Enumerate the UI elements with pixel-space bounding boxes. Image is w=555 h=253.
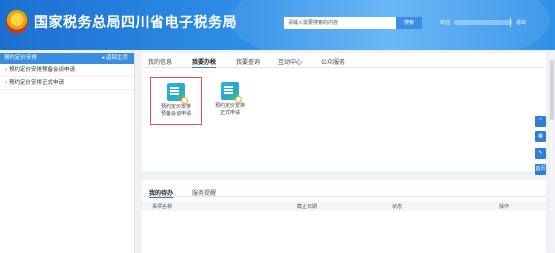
welcome-label: 欢迎, xyxy=(440,20,452,26)
divider xyxy=(510,18,511,27)
tile-label-line1: 预约定价安排 xyxy=(214,103,245,109)
username-redacted xyxy=(453,20,512,25)
sidebar-title: 预约定价安排 xyxy=(4,55,38,61)
home-button[interactable]: 首页 xyxy=(535,164,546,175)
user-welcome: 欢迎, xyxy=(440,19,512,26)
back-home-link[interactable]: ◂ 返回主页 xyxy=(101,53,128,64)
tile-label-line1: 预约定价安排 xyxy=(160,104,191,110)
tab-service-reminder[interactable]: 服务提醒 xyxy=(192,188,216,197)
tab-my-info[interactable]: 我的信息 xyxy=(148,57,172,66)
column-item-name: 事项名称 xyxy=(152,204,173,210)
sidebar-item-formal-application[interactable]: › 预约定价安排正式申请 xyxy=(0,77,134,90)
document-search-icon xyxy=(221,82,242,103)
tab-my-todo[interactable]: 我的待办 xyxy=(149,188,174,198)
page-title: 国家税务总局四川省电子税务局 xyxy=(34,15,237,31)
sidebar: 预约定价安排 ◂ 返回主页 › 预约定价安排预备会谈申请 › 预约定价安排正式申… xyxy=(0,53,135,253)
column-action: 操作 xyxy=(499,204,510,210)
edit-icon[interactable]: ✎ xyxy=(535,148,546,159)
tab-public-service[interactable]: 公众服务 xyxy=(321,57,345,66)
sidebar-header: 预约定价安排 ◂ 返回主页 xyxy=(0,53,134,64)
document-search-icon xyxy=(167,83,188,104)
tab-tax-service[interactable]: 我要办税 xyxy=(192,57,217,68)
tab-interaction[interactable]: 互动中心 xyxy=(278,57,302,66)
service-panel: 我的信息 我要办税 我要查询 互动中心 公众服务 预约定价安排 预备会谈申请 预… xyxy=(142,53,546,171)
table-header: 事项名称 截止日期 状态 操作 xyxy=(142,201,546,211)
tile-formal-application[interactable]: 预约定价安排 正式申请 xyxy=(204,77,256,125)
grid-icon[interactable]: ▦ xyxy=(535,131,546,142)
column-status: 状态 xyxy=(392,204,403,210)
scroll-top-button[interactable]: ^ xyxy=(535,116,546,127)
column-deadline: 截止日期 xyxy=(297,204,318,210)
tile-pre-meeting-application[interactable]: 预约定价安排 预备会谈申请 xyxy=(150,77,202,125)
todo-tabs: 我的待办 服务提醒 xyxy=(142,180,546,198)
search-button[interactable]: 搜索 xyxy=(396,17,422,29)
header-bar: 国家税务总局四川省电子税务局 请输入需要搜索的内容 搜索 欢迎, 退出 xyxy=(0,0,555,50)
page-scrollbar[interactable] xyxy=(550,50,554,250)
tax-emblem-icon xyxy=(6,10,28,34)
todo-panel: 我的待办 服务提醒 事项名称 截止日期 状态 操作 xyxy=(142,180,546,253)
scrollbar-thumb[interactable] xyxy=(550,60,554,120)
tab-query[interactable]: 我要查询 xyxy=(236,57,260,66)
logout-link[interactable]: 退出 xyxy=(516,19,526,26)
tile-label-line2: 正式申请 xyxy=(219,110,240,116)
search-input[interactable]: 请输入需要搜索的内容 xyxy=(284,17,396,29)
main-tabs: 我的信息 我要办税 我要查询 互动中心 公众服务 xyxy=(142,53,546,68)
sidebar-item-pre-meeting[interactable]: › 预约定价安排预备会谈申请 xyxy=(0,64,134,77)
tile-label-line2: 预备会谈申请 xyxy=(160,111,191,117)
